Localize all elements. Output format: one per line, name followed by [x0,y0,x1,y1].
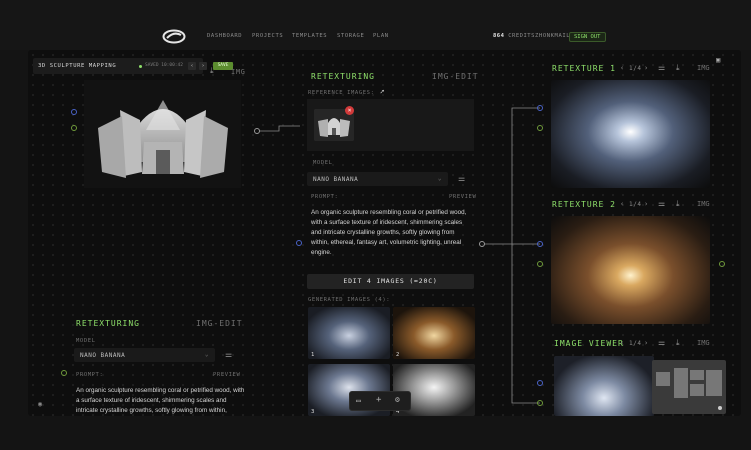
folder-icon[interactable]: ▭ [356,396,361,405]
next-icon[interactable]: › [644,64,649,72]
retexture-2-pager: 1/4 [629,201,642,208]
add-icon[interactable]: + [376,395,381,405]
left-model-select[interactable]: NANO BANANA ⌄ [74,348,215,362]
generated-images-label: GENERATED IMAGES (4): [308,297,391,303]
left-tab-img-edit[interactable]: IMG-EDIT [196,319,243,328]
reference-images-label: REFERENCE IMAGES: [308,90,375,96]
settings-sliders-icon[interactable]: ⚌ [458,175,465,183]
retexture-2-output-port[interactable] [719,261,725,267]
output-port[interactable] [254,128,260,134]
retexture-1-pager: 1/4 [629,65,642,72]
thumb-number-3: 3 [311,409,315,415]
chevron-down-icon: ⌄ [437,175,442,182]
left-tab-retexturing[interactable]: RETEXTURING [76,319,140,328]
center-tab-img-edit[interactable]: IMG-EDIT [432,72,479,81]
retexture-1-title: RETEXTURE 1 [552,64,616,73]
left-preview-label[interactable]: PREVIEW [213,372,240,378]
eye-icon[interactable]: ◉ [38,400,42,408]
left-model-label: MODEL [76,338,96,344]
retexture-2-green-port[interactable] [537,261,543,267]
edit-images-button[interactable]: EDIT 4 IMAGES (≈20C) [307,274,474,289]
generated-thumb-2[interactable] [393,307,475,359]
input-port-blue[interactable] [71,109,77,115]
cursor-icon: ➚ [380,88,385,96]
retexture-2-image[interactable] [551,216,710,324]
project-title: 3D SCULPTURE MAPPING [38,63,117,69]
minimap-block [674,368,688,398]
download-icon[interactable]: ⤓ [210,67,214,75]
left-prompt-port[interactable] [61,370,67,376]
left-prompt-text[interactable]: An organic sculpture resembling coral or… [76,386,246,416]
minimap-block [656,372,670,386]
left-model-value: NANO BANANA [80,352,126,359]
project-header: 3D SCULPTURE MAPPING SAVED 10:00:42 ‹ › … [33,58,233,74]
center-prompt-port[interactable] [296,240,302,246]
next-icon[interactable]: › [644,200,649,208]
settings-sliders-icon[interactable]: ⚌ [658,339,665,347]
prev-icon[interactable]: ‹ [620,200,625,208]
settings-sliders-icon[interactable]: ⚌ [658,64,665,72]
download-icon[interactable]: ⤓ [676,200,680,208]
settings-sliders-icon[interactable]: ⚌ [225,351,232,359]
save-button[interactable]: SAVE [213,62,233,70]
thumb-number-1: 1 [311,352,315,358]
retexture-2-title: RETEXTURE 2 [552,200,616,209]
image-viewer-pager: 1/4 [629,340,642,347]
retexture-1-img-tab[interactable]: IMG [697,64,710,72]
retexture-1-input-port[interactable] [537,105,543,111]
input-port-green[interactable] [71,125,77,131]
sculpture-3d-model [98,100,228,178]
redo-icon[interactable]: › [199,62,207,70]
image-viewer-green-port[interactable] [537,400,543,406]
settings-sliders-icon[interactable]: ⚌ [658,200,665,208]
settings-icon[interactable]: ⚙ [395,395,400,404]
center-model-value: NANO BANANA [313,176,359,183]
center-prompt-label: PROMPT: [311,194,339,200]
download-icon[interactable]: ⤓ [676,64,680,72]
saved-status: SAVED 10:00:42 [145,63,183,68]
left-prompt-label: PROMPT: [76,372,104,378]
center-output-port[interactable] [479,241,485,247]
center-model-label: MODEL [313,160,333,166]
image-viewer-title: IMAGE VIEWER [554,339,624,348]
next-icon[interactable]: › [644,339,649,347]
undo-icon[interactable]: ‹ [188,62,196,70]
retexture-2-input-port[interactable] [537,241,543,247]
image-viewer-input-port[interactable] [537,380,543,386]
generated-thumb-1[interactable] [308,307,390,359]
img-tab[interactable]: IMG [231,68,245,76]
center-model-select[interactable]: NANO BANANA ⌄ [307,172,448,186]
minimap-block [706,370,722,396]
retexture-1-green-port[interactable] [537,125,543,131]
chevron-down-icon: ⌄ [204,351,209,358]
retexture-1-image[interactable] [551,80,710,188]
minimap-block [690,384,704,396]
image-viewer-img-tab[interactable]: IMG [697,339,710,347]
prev-icon[interactable]: ‹ [620,64,625,72]
prev-icon[interactable]: ‹ [620,339,625,347]
minimap-block [690,370,704,380]
thumb-number-2: 2 [396,352,400,358]
image-viewer-image[interactable] [554,356,654,416]
minimap-toggle-icon[interactable] [718,406,722,410]
saved-indicator-icon [139,65,142,68]
download-icon[interactable]: ⤓ [676,339,680,347]
floating-toolbar: ▭ + ⚙ [349,391,411,411]
remove-reference-icon[interactable]: × [345,106,354,115]
chat-icon[interactable]: ▣ [716,56,720,64]
center-preview-label[interactable]: PREVIEW [449,194,476,200]
retexture-2-img-tab[interactable]: IMG [697,200,710,208]
reference-images-area[interactable]: × [307,99,474,151]
model-preview[interactable] [84,80,241,188]
center-prompt-text[interactable]: An organic sculpture resembling coral or… [311,208,473,260]
minimap[interactable] [652,360,726,414]
center-tab-retexturing[interactable]: RETEXTURING [311,72,375,81]
